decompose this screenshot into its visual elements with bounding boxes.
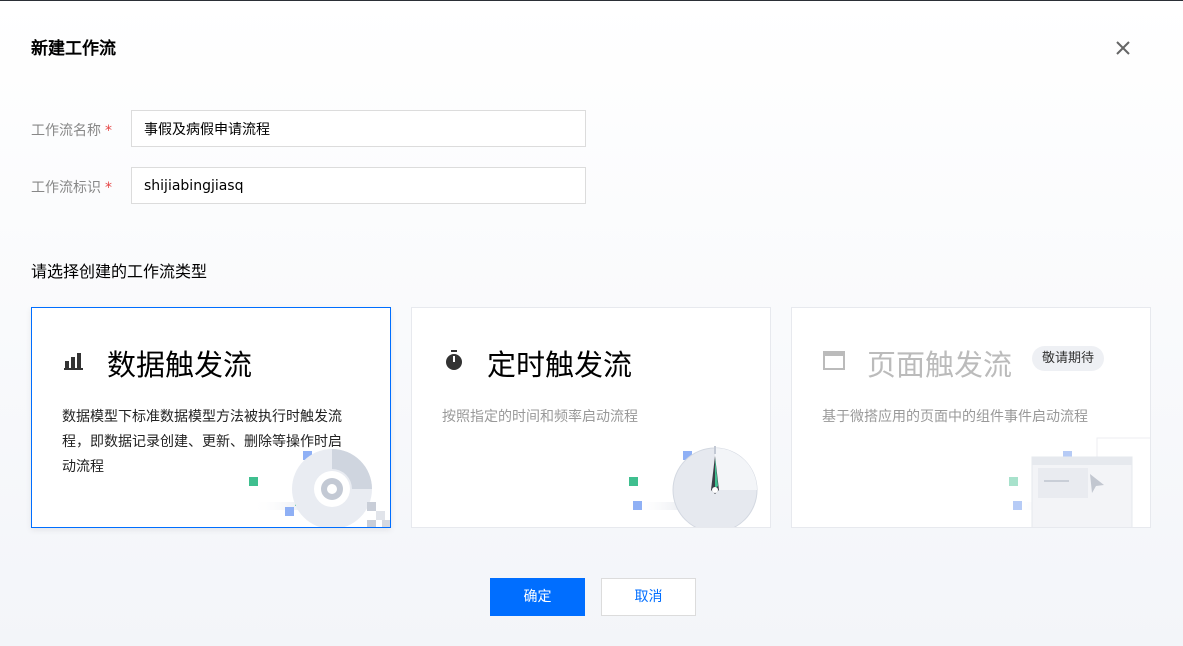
card-title: 定时触发流 [487,348,633,382]
bar-chart-icon [64,353,83,370]
required-mark: * [105,180,112,196]
clock-illustration [629,446,758,527]
card-description: 按照指定的时间和频率启动流程 [442,409,638,425]
card-description: 基于微搭应用的页面中的组件事件启动流程 [822,409,1088,425]
section-title: 请选择创建的工作流类型 [31,262,208,281]
top-border [0,0,1183,1]
stopwatch-icon [446,350,462,370]
cancel-button[interactable]: 取消 [601,578,696,616]
dialog-title: 新建工作流 [31,39,116,59]
workflow-id-label: 工作流标识 * [31,180,112,196]
card-title: 数据触发流 [107,348,253,382]
page-illustration [1009,437,1150,527]
window-icon [823,351,845,370]
close-icon[interactable] [1110,35,1136,61]
workflow-name-label: 工作流名称 * [31,123,112,139]
card-page-trigger[interactable]: 页面触发流 敬请期待 基于微搭应用的页面中的组件事件启动流程 [791,307,1151,528]
workflow-id-input[interactable] [131,167,586,204]
card-title: 页面触发流 [867,348,1013,382]
coming-soon-badge: 敬请期待 [1032,346,1105,371]
card-scheduled-trigger[interactable]: 定时触发流 按照指定的时间和频率启动流程 [411,307,771,528]
workflow-name-input[interactable] [131,110,586,147]
required-mark: * [105,123,112,139]
confirm-button[interactable]: 确定 [490,578,585,616]
card-data-trigger[interactable]: 数据触发流 数据模型下标准数据模型方法被执行时触发流程，即数据记录创建、更新、删… [31,307,391,528]
data-illustration [249,449,390,527]
